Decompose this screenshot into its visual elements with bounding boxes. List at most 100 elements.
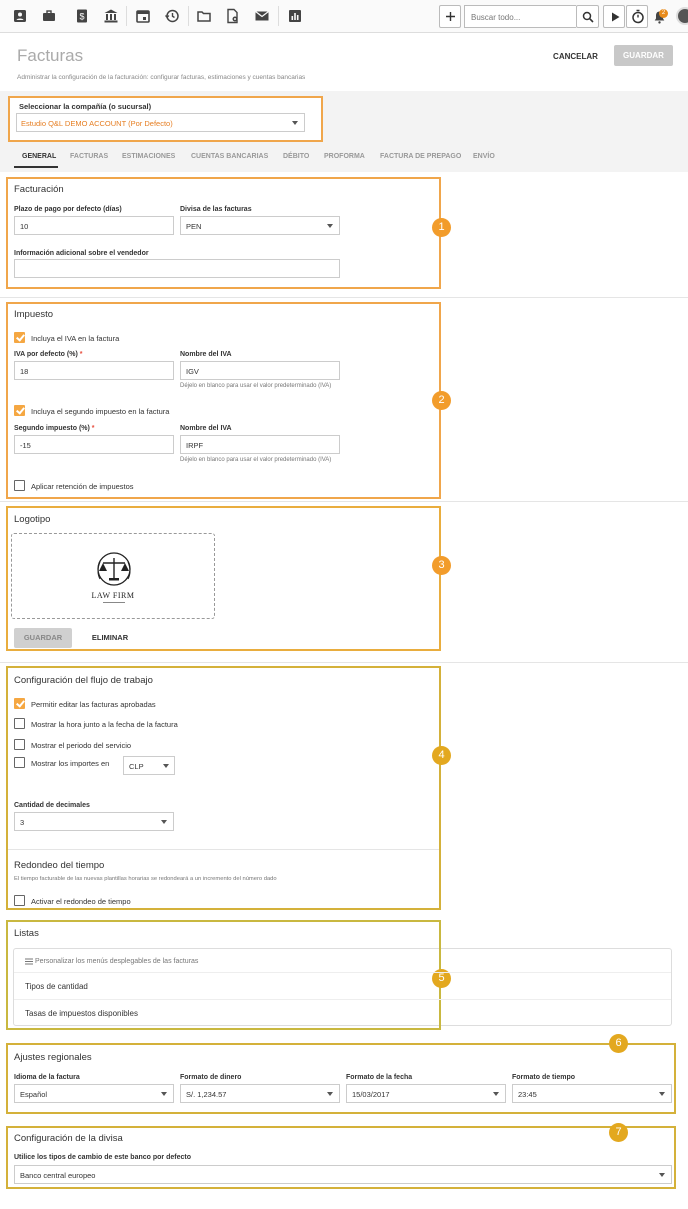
vat-name-field[interactable]: IGV	[180, 361, 340, 380]
tab-factura-de-prepago[interactable]: FACTURA DE PREPAGO	[380, 153, 461, 160]
mail-icon[interactable]	[254, 8, 270, 24]
plus-icon	[446, 12, 455, 21]
include-second-tax-checkbox[interactable]	[14, 405, 25, 416]
search-button[interactable]	[576, 5, 599, 28]
reports-icon[interactable]	[287, 8, 303, 24]
decimals-label: Cantidad de decimales	[14, 802, 90, 809]
bank-select[interactable]: Banco central europeo	[14, 1165, 672, 1184]
rounding-description: El tiempo facturable de las nuevas plant…	[14, 876, 277, 882]
show-amounts-label: Mostrar los importes en	[31, 759, 110, 768]
toolbar-divider	[188, 6, 189, 26]
top-toolbar: $ Buscar todo... 2	[0, 0, 688, 33]
tab-cuentas-bancarias[interactable]: CUENTAS BANCARIAS	[191, 153, 268, 160]
required-marker: *	[79, 351, 83, 358]
tab-proforma[interactable]: PROFORMA	[324, 153, 365, 160]
allow-edit-checkbox[interactable]	[14, 698, 25, 709]
lists-customize-label: Personalizar los menús desplegables de l…	[35, 958, 199, 965]
marker-3: 3	[432, 556, 451, 575]
divider	[8, 849, 439, 850]
logo-dropzone[interactable]: LAW FIRM	[11, 533, 215, 619]
time-format-value: 23:45	[518, 1090, 537, 1099]
save-button[interactable]: GUARDAR	[614, 45, 673, 66]
marker-1: 1	[432, 218, 451, 237]
marker-4: 4	[432, 746, 451, 765]
vat-name-hint: Déjelo en blanco para usar el valor pred…	[180, 383, 332, 389]
svg-text:$: $	[79, 12, 84, 22]
play-button[interactable]	[603, 5, 625, 28]
time-format-select[interactable]: 23:45	[512, 1084, 672, 1103]
list-item-tax-rates[interactable]: Tasas de impuestos disponibles	[25, 1009, 138, 1018]
tax-highlight-frame	[6, 302, 441, 499]
regional-highlight-frame	[6, 1043, 676, 1114]
tab-facturas[interactable]: FACTURAS	[70, 153, 108, 160]
second-tax-name-label: Nombre del IVA	[180, 425, 232, 432]
chevron-down-icon	[161, 1092, 167, 1096]
stopwatch-icon	[632, 9, 644, 24]
divider	[14, 999, 671, 1000]
show-period-checkbox[interactable]	[14, 739, 25, 750]
cancel-button[interactable]: CANCELAR	[548, 47, 603, 67]
page-subtitle: Administrar la configuración de la factu…	[17, 74, 306, 81]
tab-debito[interactable]: DÉBITO	[283, 153, 309, 160]
search-input[interactable]: Buscar todo...	[464, 5, 576, 28]
list-item-quantity-types[interactable]: Tipos de cantidad	[25, 982, 88, 991]
show-period-label: Mostrar el periodo del servicio	[31, 741, 132, 750]
invoice-icon[interactable]: $	[74, 8, 90, 24]
toolbar-divider	[278, 6, 279, 26]
add-button[interactable]	[439, 5, 461, 28]
billing-title: Facturación	[14, 184, 64, 195]
rounding-label: Activar el redondeo de tiempo	[31, 897, 131, 906]
bank-icon[interactable]	[103, 8, 119, 24]
show-amounts-checkbox[interactable]	[14, 757, 25, 768]
vat-default-field[interactable]: 18	[14, 361, 174, 380]
money-format-select[interactable]: S/. 1,234.57	[180, 1084, 340, 1103]
timer-button[interactable]	[626, 5, 648, 28]
document-settings-icon[interactable]	[225, 8, 241, 24]
briefcase-icon[interactable]	[41, 8, 57, 24]
decimals-select[interactable]: 3	[14, 812, 174, 831]
company-label: Seleccionar la compañía (o sucursal)	[19, 102, 152, 111]
vat-default-label: IVA por defecto (%) *	[14, 351, 82, 358]
tab-envio[interactable]: ENVÍO	[473, 153, 495, 160]
avatar[interactable]	[676, 7, 688, 25]
search-icon	[582, 11, 594, 23]
chevron-down-icon	[493, 1092, 499, 1096]
show-time-label: Mostrar la hora junto a la fecha de la f…	[31, 720, 178, 729]
chevron-down-icon	[659, 1092, 665, 1096]
calendar-icon[interactable]	[135, 8, 151, 24]
chevron-down-icon	[161, 820, 167, 824]
vat-default-label-text: IVA por defecto (%)	[14, 351, 78, 358]
second-tax-label-text: Segundo impuesto (%)	[14, 425, 90, 432]
folder-icon[interactable]	[196, 8, 212, 24]
amount-currency-select[interactable]: CLP	[123, 756, 175, 775]
language-select[interactable]: Español	[14, 1084, 174, 1103]
second-tax-name-field[interactable]: IRPF	[180, 435, 340, 454]
page-title: Facturas	[17, 46, 84, 65]
divider	[0, 501, 688, 502]
second-tax-field[interactable]: -15	[14, 435, 174, 454]
allow-edit-label: Permitir editar las facturas aprobadas	[31, 700, 156, 709]
vendor-info-label: Información adicional sobre el vendedor	[14, 250, 149, 257]
payment-term-field[interactable]: 10	[14, 216, 174, 235]
tab-estimaciones[interactable]: ESTIMACIONES	[122, 153, 175, 160]
history-icon[interactable]	[164, 8, 180, 24]
show-time-checkbox[interactable]	[14, 718, 25, 729]
play-icon	[612, 12, 620, 22]
company-select[interactable]: Estudio Q&L DEMO ACCOUNT (Por Defecto)	[16, 113, 305, 132]
vendor-info-field[interactable]	[14, 259, 340, 278]
logo-delete-button[interactable]: ELIMINAR	[84, 628, 136, 648]
include-vat-checkbox[interactable]	[14, 332, 25, 343]
rounding-checkbox[interactable]	[14, 895, 25, 906]
rounding-title: Redondeo del tiempo	[14, 860, 105, 871]
chevron-down-icon	[659, 1173, 665, 1177]
toolbar-divider	[126, 6, 127, 26]
divider	[0, 662, 688, 663]
logo-save-button[interactable]: GUARDAR	[14, 628, 72, 648]
withholding-checkbox[interactable]	[14, 480, 25, 491]
currency-select[interactable]: PEN	[180, 216, 340, 235]
tab-general[interactable]: GENERAL	[22, 153, 56, 160]
chevron-down-icon	[327, 1092, 333, 1096]
contacts-icon[interactable]	[12, 8, 28, 24]
money-format-value: S/. 1,234.57	[186, 1090, 227, 1099]
date-format-select[interactable]: 15/03/2017	[346, 1084, 506, 1103]
